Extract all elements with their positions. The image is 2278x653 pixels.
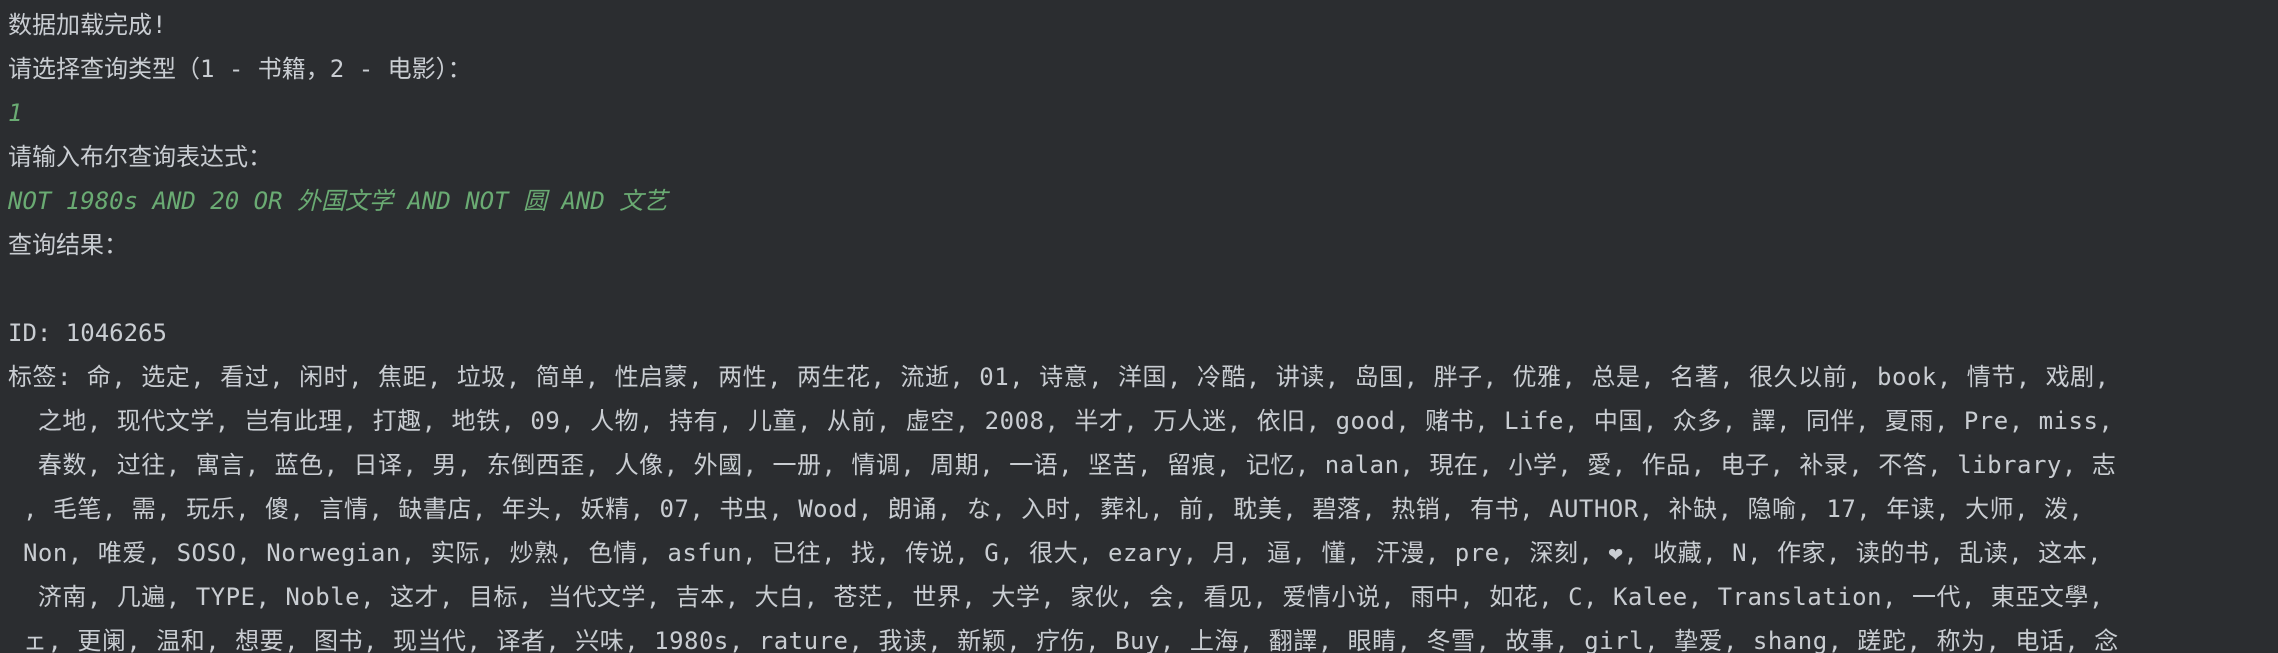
query-type-input[interactable]: 1 <box>8 91 2270 135</box>
console-output: 数据加载完成! 请选择查询类型（1 - 书籍，2 - 电影）： 1 请输入布尔查… <box>0 0 2278 653</box>
result-tags-line: 春数, 过往, 寓言, 蓝色, 日译, 男, 东倒西歪, 人像, 外國, 一册,… <box>8 451 2117 479</box>
result-tags-line: 标签: 命, 选定, 看过, 闲时, 焦距, 垃圾, 简单, 性启蒙, 两性, … <box>8 363 2110 391</box>
result-tags-line: Non, 唯爱, SOSO, Norwegian, 实际, 炒熟, 色情, as… <box>8 539 2103 567</box>
boolean-expression-input[interactable]: NOT 1980s AND 20 OR 外国文学 AND NOT 圆 AND 文… <box>8 179 2270 223</box>
load-complete-message: 数据加载完成! <box>8 11 167 39</box>
result-tags-line: , 毛笔, 需, 玩乐, 傻, 言情, 缺書店, 年头, 妖精, 07, 书虫,… <box>8 495 2084 523</box>
result-tags-line: ェ, 更阑, 温和, 想要, 图书, 现当代, 译者, 兴味, 1980s, r… <box>8 627 2119 653</box>
query-result-header: 查询结果： <box>8 231 128 259</box>
result-tags-line: 济南, 几遍, TYPE, Noble, 这才, 目标, 当代文学, 吉本, 大… <box>8 583 2104 611</box>
result-id: ID: 1046265 <box>8 319 167 347</box>
result-tags-line: 之地, 现代文学, 岂有此理, 打趣, 地铁, 09, 人物, 持有, 儿童, … <box>8 407 2114 435</box>
query-type-prompt: 请选择查询类型（1 - 书籍，2 - 电影）： <box>8 55 472 83</box>
boolean-expression-prompt: 请输入布尔查询表达式： <box>8 143 272 171</box>
